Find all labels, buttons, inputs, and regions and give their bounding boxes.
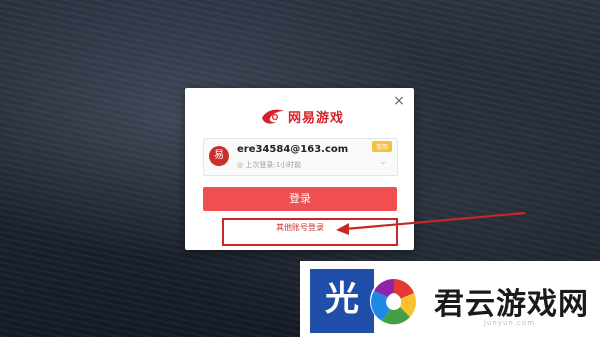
avatar: 易: [209, 146, 229, 166]
watermark-title: 君云游戏网: [434, 287, 589, 322]
watermark-subtitle: junyun.com: [484, 319, 536, 327]
watermark-swirl-logo: [370, 277, 418, 325]
annotation-highlight-box: [222, 218, 398, 246]
login-button[interactable]: 登录: [203, 187, 397, 211]
account-email: ere34584@163.com: [237, 144, 349, 155]
netease-bird-icon: [262, 109, 284, 124]
brand-name: 网易游戏: [288, 110, 345, 126]
frequent-badge: 常用: [371, 141, 392, 152]
last-login-time: ◎ 上次登录:1小时前: [237, 161, 302, 169]
netease-games-logo: 网易游戏: [260, 105, 344, 127]
site-watermark: 光 君云游戏网 junyun.com: [300, 261, 600, 337]
chevron-down-icon[interactable]: ⌄: [379, 157, 387, 167]
saved-account-card[interactable]: 易 ere34584@163.com ◎ 上次登录:1小时前 常用 ⌄: [203, 138, 398, 176]
close-icon[interactable]: ×: [392, 94, 406, 108]
